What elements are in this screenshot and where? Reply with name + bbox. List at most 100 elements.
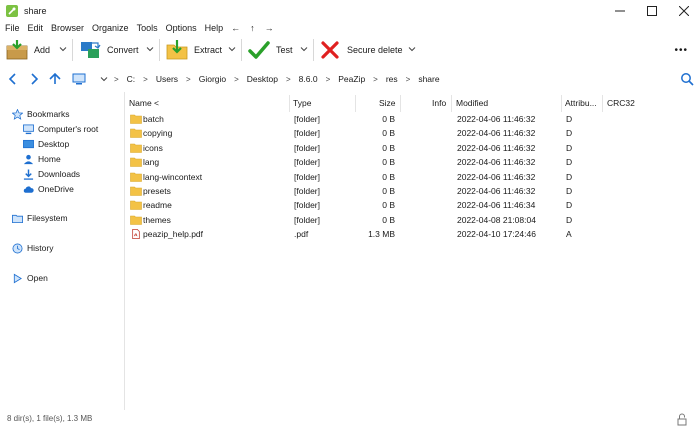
cell-type: [folder] (294, 114, 320, 124)
sidebar-item-home[interactable]: Home (23, 152, 61, 166)
star-icon (12, 108, 23, 120)
minimize-button[interactable] (604, 0, 636, 21)
status-bar: 8 dir(s), 1 file(s), 1.3 MB (0, 410, 700, 431)
folder-icon (130, 201, 142, 211)
cell-name: presets (143, 186, 171, 196)
convert-button[interactable]: Convert (79, 36, 139, 64)
extract-button[interactable]: Extract (166, 36, 222, 64)
breadcrumb-version[interactable]: 8.6.0 (291, 74, 326, 84)
computer-icon[interactable] (72, 72, 86, 86)
sidebar-history[interactable]: History (12, 241, 53, 255)
convert-dropdown-icon[interactable] (146, 45, 154, 53)
sidebar-item-label: Downloads (38, 169, 81, 179)
close-button[interactable] (668, 0, 700, 21)
menu-options[interactable]: Options (166, 23, 197, 33)
extract-folder-icon (166, 40, 188, 60)
breadcrumb-c[interactable]: C: (119, 74, 144, 84)
sidebar-item-downloads[interactable]: Downloads (23, 167, 80, 181)
sidebar-item-label: OneDrive (38, 184, 74, 194)
sidebar-history-label: History (27, 243, 54, 253)
column-name[interactable]: Name < (129, 98, 159, 108)
column-info[interactable]: Info (432, 98, 446, 108)
cell-type: [folder] (294, 214, 320, 225)
sidebar-open[interactable]: Open (12, 271, 48, 285)
breadcrumb-peazip[interactable]: PeaZip (330, 74, 373, 84)
user-icon (23, 154, 34, 164)
sidebar-item-onedrive[interactable]: OneDrive (23, 182, 74, 196)
menu-back-arrow[interactable]: ← (231, 23, 240, 33)
menu-organize[interactable]: Organize (92, 23, 129, 33)
cell-size: 0 B (382, 214, 395, 225)
folder-icon (130, 143, 142, 153)
back-arrow-icon[interactable] (6, 72, 20, 86)
test-label: Test (276, 45, 293, 55)
column-separator[interactable] (355, 95, 356, 112)
more-options-button[interactable]: ••• (674, 45, 688, 56)
column-modified[interactable]: Modified (456, 98, 488, 108)
column-separator[interactable] (289, 95, 290, 112)
folder-icon (12, 214, 23, 223)
menu-edit[interactable]: Edit (28, 23, 44, 33)
breadcrumb-res[interactable]: res (378, 74, 406, 84)
column-type[interactable]: Type (293, 98, 311, 108)
cell-name: lang (143, 157, 160, 168)
add-dropdown-icon[interactable] (59, 45, 67, 53)
extract-dropdown-icon[interactable] (228, 45, 236, 53)
lock-icon[interactable] (677, 413, 687, 426)
chevron-down-icon[interactable] (100, 75, 108, 83)
column-crc32[interactable]: CRC32 (607, 98, 635, 108)
cell-size: 0 B (382, 114, 395, 124)
breadcrumb-giorgio[interactable]: Giorgio (191, 74, 234, 84)
cell-attributes: D (566, 128, 573, 139)
table-row[interactable]: presets [folder] 0 B 2022-04-06 11:46:32 D (125, 184, 700, 198)
convert-label: Convert (107, 45, 139, 55)
breadcrumb-share[interactable]: share (410, 74, 447, 84)
maximize-button[interactable] (636, 0, 668, 21)
secure-delete-button[interactable]: Secure delete (319, 36, 403, 64)
menu-browser[interactable]: Browser (51, 23, 84, 33)
column-separator[interactable] (561, 95, 562, 112)
menu-tools[interactable]: Tools (137, 23, 158, 33)
table-row[interactable]: batch [folder] 0 B 2022-04-06 11:46:32 D (125, 112, 700, 126)
table-row[interactable]: themes [folder] 0 B 2022-04-08 21:08:04 D (125, 213, 700, 227)
column-separator[interactable] (602, 95, 603, 112)
table-row[interactable]: lang-wincontext [folder] 0 B 2022-04-06 11:… (125, 170, 700, 184)
cell-modified: 2022-04-06 11:46:34 (457, 200, 536, 211)
sidebar-filesystem[interactable]: Filesystem (12, 211, 68, 225)
cell-name: lang-wincontext (143, 171, 203, 182)
address-bar[interactable]: > C: > Users > Giorgio > Desktop > 8.6.0… (98, 70, 674, 88)
table-row[interactable]: lang [folder] 0 B 2022-04-06 11:46:32 D (125, 155, 700, 169)
menu-forward-arrow[interactable]: → (265, 23, 274, 33)
secure-delete-dropdown-icon[interactable] (408, 45, 416, 53)
breadcrumb-desktop[interactable]: Desktop (239, 74, 286, 84)
download-icon (23, 168, 34, 180)
up-arrow-icon[interactable] (48, 72, 62, 86)
menu-bar: File Edit Browser Organize Tools Options… (0, 21, 700, 35)
table-row[interactable]: readme [folder] 0 B 2022-04-06 11:46:34 D (125, 198, 700, 212)
sidebar-item-label: Home (38, 154, 61, 164)
breadcrumb-users[interactable]: Users (148, 74, 186, 84)
column-separator[interactable] (451, 95, 452, 112)
table-row[interactable]: copying [folder] 0 B 2022-04-06 11:46:32 D (125, 126, 700, 140)
search-icon[interactable] (680, 72, 694, 86)
file-list: Name < Type Size Info Modified Attribu..… (124, 92, 700, 410)
sidebar-bookmarks[interactable]: Bookmarks (12, 107, 70, 121)
column-attributes[interactable]: Attribu... (565, 98, 597, 108)
column-separator[interactable] (400, 95, 401, 112)
test-button[interactable]: Test (248, 36, 293, 64)
column-size[interactable]: Size (379, 98, 396, 108)
cell-size: 0 B (382, 142, 395, 153)
forward-arrow-icon[interactable] (27, 72, 41, 86)
sidebar-item-computers-root[interactable]: Computer's root (23, 122, 98, 136)
menu-help[interactable]: Help (205, 23, 224, 33)
test-dropdown-icon[interactable] (300, 45, 308, 53)
toolbar-separator (72, 39, 73, 61)
cell-type: .pdf (294, 229, 309, 240)
add-button[interactable]: Add (6, 36, 50, 64)
table-row[interactable]: icons [folder] 0 B 2022-04-06 11:46:32 D (125, 141, 700, 155)
menu-up-arrow[interactable]: ↑ (250, 23, 255, 33)
cell-name: icons (143, 142, 163, 153)
sidebar-item-desktop[interactable]: Desktop (23, 137, 69, 151)
menu-file[interactable]: File (5, 23, 20, 33)
table-row[interactable]: peazip_help.pdf .pdf 1.3 MB 2022-04-10 17:2… (125, 227, 700, 241)
